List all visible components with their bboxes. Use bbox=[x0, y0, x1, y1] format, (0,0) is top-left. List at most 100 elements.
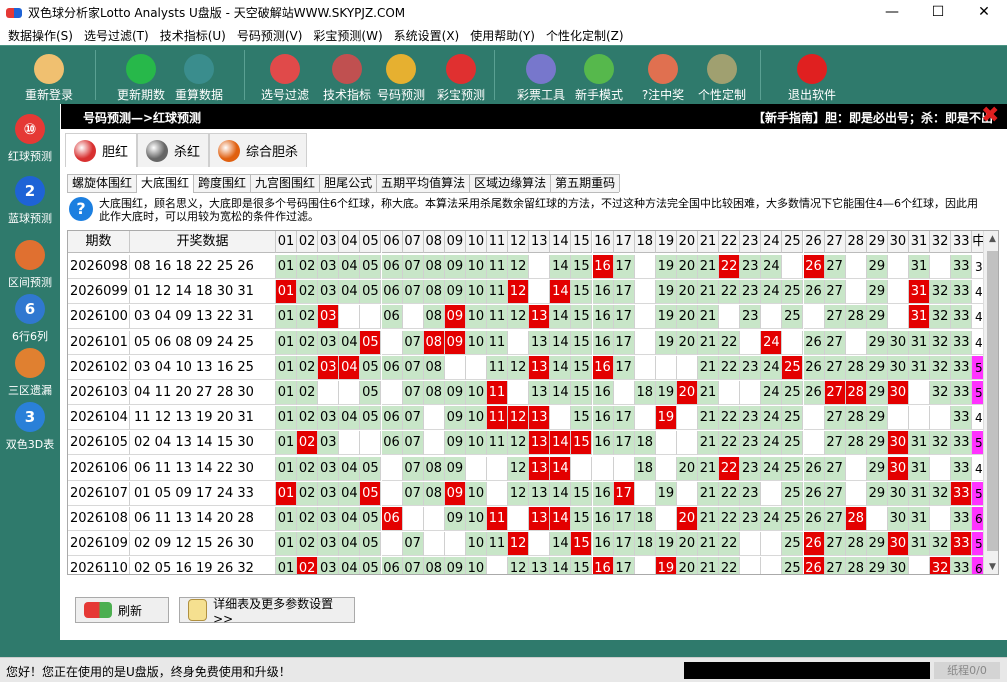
method-tab[interactable]: 螺旋体围红 bbox=[67, 174, 138, 192]
candidate-cell: 09 bbox=[444, 507, 466, 531]
toolbar-label: 个性定制 bbox=[697, 88, 746, 102]
candidate-cell: 20 bbox=[676, 456, 698, 481]
sidebar-item-1[interactable]: ⑩ 红球预测 bbox=[0, 114, 60, 164]
toolbar-button-refresh[interactable]: 重算数据 bbox=[168, 46, 230, 104]
candidate-cell: 31 bbox=[909, 255, 931, 279]
panel-header: 号码预测—>红球预测 【新手指南】胆：即是必出号；杀：即是不出号。 ✖ bbox=[61, 103, 1007, 142]
tab-3[interactable]: 综合胆杀 bbox=[209, 133, 308, 167]
candidate-cell: 03 bbox=[318, 456, 340, 481]
sidebar-item-3[interactable]: 区间预测 bbox=[0, 240, 60, 290]
scroll-down-icon[interactable]: ▼ bbox=[984, 559, 998, 574]
toolbar-separator bbox=[95, 50, 96, 100]
candidate-cell: 10 bbox=[465, 532, 487, 557]
empty-cell bbox=[634, 280, 656, 305]
candidate-cell: 03 bbox=[318, 280, 340, 305]
toolbar-button-shop[interactable]: 彩票工具 bbox=[510, 46, 572, 104]
menu-item[interactable]: 数据操作(S) bbox=[4, 27, 80, 44]
candidate-cell: 06 bbox=[381, 557, 403, 574]
hit-cell: 20 bbox=[676, 507, 698, 531]
draw-cell: 02 09 12 15 26 30 bbox=[130, 532, 276, 557]
method-tab[interactable]: 大底围红 bbox=[136, 174, 195, 193]
minimize-button[interactable]: — bbox=[869, 0, 915, 25]
toolbar-button-exit[interactable]: 退出软件 bbox=[781, 46, 843, 104]
toolbar-button-user[interactable]: 重新登录 bbox=[18, 46, 80, 104]
method-tab[interactable]: 胆尾公式 bbox=[319, 174, 378, 192]
candidate-cell: 17 bbox=[613, 431, 635, 456]
candidate-cell: 04 bbox=[339, 532, 361, 557]
menu-item[interactable]: 号码预测(V) bbox=[233, 27, 310, 44]
candidate-cell: 09 bbox=[444, 406, 466, 431]
header-number: 08 bbox=[423, 231, 445, 253]
draw-cell: 02 05 16 19 26 32 bbox=[130, 557, 276, 574]
method-tab[interactable]: 五期平均值算法 bbox=[376, 174, 471, 192]
method-tab[interactable]: 第五期重码 bbox=[550, 174, 621, 192]
candidate-cell: 02 bbox=[297, 280, 319, 305]
candidate-cell: 27 bbox=[824, 280, 846, 305]
toolbar-button-pie[interactable]: 选号过滤 bbox=[254, 46, 316, 104]
candidate-cell: 24 bbox=[761, 406, 783, 431]
hit-cell: 28 bbox=[845, 507, 867, 531]
empty-cell bbox=[676, 355, 698, 380]
candidate-cell: 12 bbox=[508, 355, 530, 380]
maximize-button[interactable]: ☐ bbox=[915, 0, 961, 25]
method-tab[interactable]: 跨度围红 bbox=[193, 174, 252, 192]
candidate-cell: 22 bbox=[719, 431, 741, 456]
status-message: 您好！您正在使用的是U盘版，终身免费使用和升级！ bbox=[6, 665, 291, 679]
close-button[interactable]: ✕ bbox=[961, 0, 1007, 25]
toolbar-button-chat[interactable]: 新手模式 bbox=[568, 46, 630, 104]
sidebar-item-5[interactable]: 三区遗漏 bbox=[0, 348, 60, 398]
empty-cell bbox=[444, 355, 466, 380]
header-number: 18 bbox=[634, 231, 656, 253]
candidate-cell: 17 bbox=[613, 280, 635, 305]
toolbar-button-clipboard[interactable]: 个性定制 bbox=[691, 46, 753, 104]
candidate-cell: 03 bbox=[318, 431, 340, 456]
toolbar-button-treasure[interactable]: 彩宝预测 bbox=[430, 46, 492, 104]
empty-cell bbox=[444, 532, 466, 557]
scroll-thumb[interactable] bbox=[987, 251, 998, 551]
blue-ball-icon: 2 bbox=[15, 176, 45, 206]
sidebar-item-2[interactable]: 2 蓝球预测 bbox=[0, 176, 60, 226]
refresh-button[interactable]: 刷新 bbox=[75, 597, 169, 623]
period-cell: 2026105 bbox=[68, 431, 130, 456]
menu-item[interactable]: 彩宝预测(W) bbox=[309, 27, 389, 44]
sidebar-item-4[interactable]: 6 6行6列 bbox=[0, 294, 60, 344]
sidebar-item-6[interactable]: 3 双色3D表 bbox=[0, 402, 60, 452]
plus-icon bbox=[126, 54, 156, 84]
header-number: 15 bbox=[571, 231, 593, 253]
hit-cell: 02 bbox=[297, 431, 319, 456]
candidate-cell: 16 bbox=[592, 481, 614, 506]
empty-cell bbox=[634, 406, 656, 431]
empty-cell bbox=[381, 532, 403, 557]
method-tab[interactable]: 九宫图围红 bbox=[250, 174, 321, 192]
hit-cell: 16 bbox=[592, 355, 614, 380]
hit-cell: 09 bbox=[444, 481, 466, 506]
tab-1[interactable]: 胆红 bbox=[65, 133, 138, 167]
vertical-scrollbar[interactable]: ▲ ▼ bbox=[983, 231, 998, 574]
candidate-cell: 03 bbox=[318, 406, 340, 431]
draw-cell: 02 04 13 14 15 30 bbox=[130, 431, 276, 456]
close-panel-icon[interactable]: ✖ bbox=[981, 103, 999, 128]
candidate-cell: 10 bbox=[465, 381, 487, 405]
more-settings-button[interactable]: 详细表及更多参数设置>> bbox=[179, 597, 355, 626]
candidate-cell: 26 bbox=[803, 330, 825, 355]
empty-cell bbox=[740, 532, 762, 557]
menu-item[interactable]: 选号过滤(T) bbox=[80, 27, 156, 44]
header-number: 20 bbox=[676, 231, 698, 253]
candidate-cell: 04 bbox=[339, 481, 361, 506]
menu-item[interactable]: 使用帮助(Y) bbox=[466, 27, 542, 44]
toolbar-button-chart[interactable]: 技术指标 bbox=[316, 46, 378, 104]
empty-cell bbox=[761, 305, 783, 330]
candidate-cell: 06 bbox=[381, 406, 403, 431]
candidate-cell: 29 bbox=[866, 406, 888, 431]
toolbar-button-prize[interactable]: ?注中奖 bbox=[632, 46, 694, 104]
candidate-cell: 32 bbox=[930, 381, 952, 405]
menu-item[interactable]: 技术指标(U) bbox=[156, 27, 233, 44]
menu-item[interactable]: 系统设置(X) bbox=[390, 27, 467, 44]
app-icon bbox=[6, 7, 22, 18]
tab-2[interactable]: 杀红 bbox=[137, 133, 210, 167]
method-tab[interactable]: 区域边缘算法 bbox=[469, 174, 552, 192]
scroll-up-icon[interactable]: ▲ bbox=[984, 231, 998, 248]
toolbar-button-forecast[interactable]: 号码预测 bbox=[370, 46, 432, 104]
toolbar-button-plus[interactable]: 更新期数 bbox=[110, 46, 172, 104]
menu-item[interactable]: 个性化定制(Z) bbox=[542, 27, 631, 44]
